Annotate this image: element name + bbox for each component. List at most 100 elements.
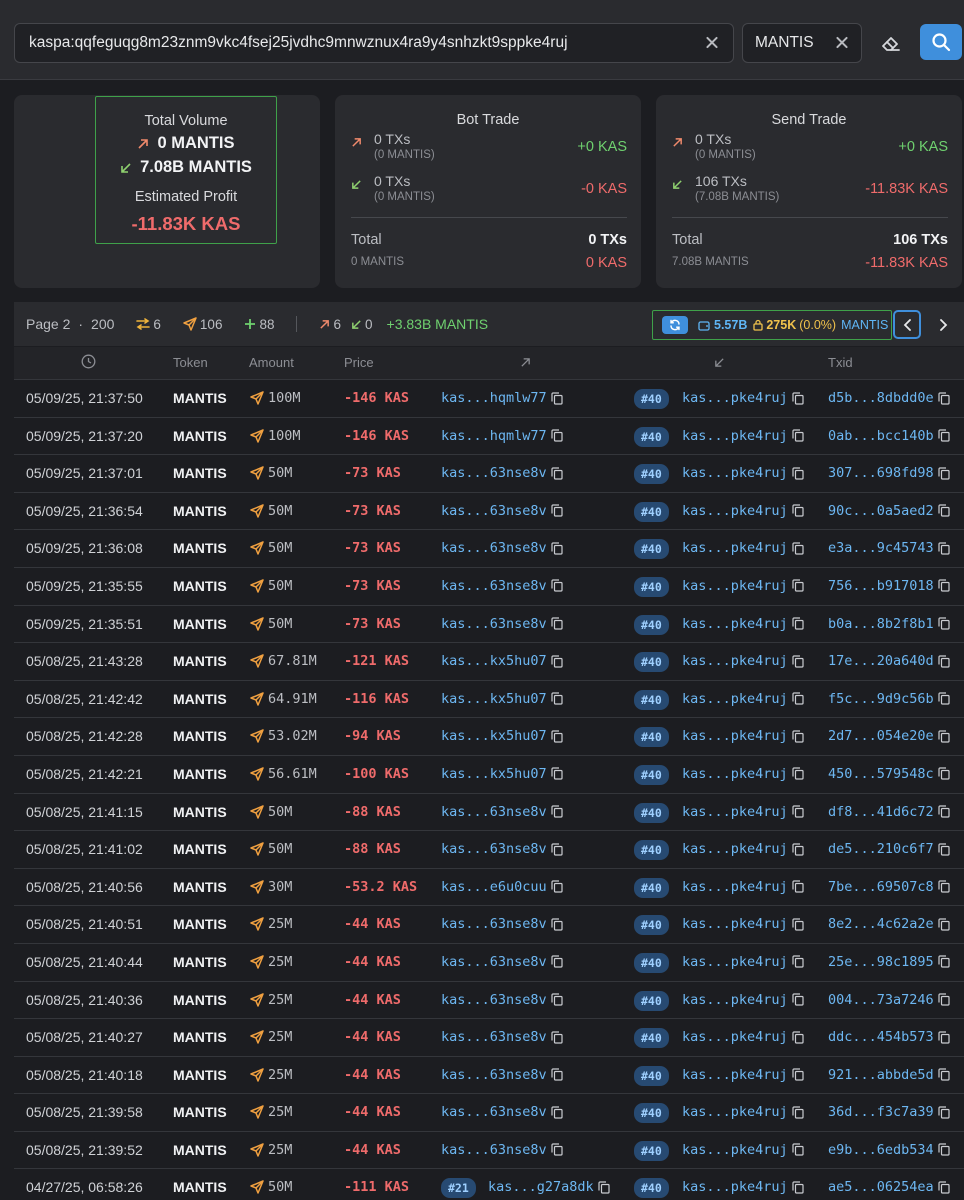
txid[interactable]: 756...b917018: [828, 578, 934, 594]
from-address[interactable]: kas...e6u0cuu: [441, 879, 547, 895]
to-address[interactable]: kas...pke4ruj: [682, 390, 788, 406]
from-address-link[interactable]: kas...kx5hu07: [441, 766, 563, 782]
to-address[interactable]: kas...pke4ruj: [682, 1142, 788, 1158]
txid-link[interactable]: ddc...454b573: [828, 1029, 950, 1045]
copy-icon[interactable]: [938, 429, 950, 442]
copy-icon[interactable]: [551, 617, 563, 630]
from-address[interactable]: kas...kx5hu07: [441, 728, 547, 744]
copy-icon[interactable]: [938, 692, 950, 705]
to-address-link[interactable]: kas...pke4ruj: [682, 916, 804, 932]
from-address[interactable]: kas...kx5hu07: [441, 691, 547, 707]
txid-link[interactable]: 307...698fd98: [828, 465, 950, 481]
from-address[interactable]: kas...63nse8v: [441, 616, 547, 632]
eraser-icon[interactable]: [879, 31, 903, 55]
to-address-link[interactable]: kas...pke4ruj: [682, 766, 804, 782]
from-address[interactable]: kas...63nse8v: [441, 578, 547, 594]
from-address-link[interactable]: kas...g27a8dk: [488, 1179, 610, 1195]
to-address[interactable]: kas...pke4ruj: [682, 879, 788, 895]
from-address-link[interactable]: kas...kx5hu07: [441, 728, 563, 744]
from-address[interactable]: kas...63nse8v: [441, 1142, 547, 1158]
txid[interactable]: 36d...f3c7a39: [828, 1104, 934, 1120]
from-address-link[interactable]: kas...63nse8v: [441, 916, 563, 932]
search-button[interactable]: [920, 24, 962, 60]
copy-icon[interactable]: [938, 504, 950, 517]
txid[interactable]: 90c...0a5aed2: [828, 503, 934, 519]
to-address-link[interactable]: kas...pke4ruj: [682, 1029, 804, 1045]
to-address[interactable]: kas...pke4ruj: [682, 616, 788, 632]
copy-icon[interactable]: [551, 730, 563, 743]
copy-icon[interactable]: [938, 655, 950, 668]
copy-icon[interactable]: [551, 805, 563, 818]
to-address-link[interactable]: kas...pke4ruj: [682, 428, 804, 444]
copy-icon[interactable]: [938, 805, 950, 818]
txid-link[interactable]: 0ab...bcc140b: [828, 428, 950, 444]
txid-link[interactable]: 2d7...054e20e: [828, 728, 950, 744]
txid-link[interactable]: f5c...9d9c56b: [828, 691, 950, 707]
copy-icon[interactable]: [792, 1181, 804, 1194]
copy-icon[interactable]: [792, 467, 804, 480]
clear-token-icon[interactable]: [835, 36, 849, 50]
copy-icon[interactable]: [551, 504, 563, 517]
from-address-link[interactable]: kas...kx5hu07: [441, 653, 563, 669]
txid-link[interactable]: 7be...69507c8: [828, 879, 950, 895]
copy-icon[interactable]: [938, 391, 950, 405]
txid-link[interactable]: e9b...6edb534: [828, 1142, 950, 1158]
txid[interactable]: 921...abbde5d: [828, 1067, 934, 1083]
copy-icon[interactable]: [551, 467, 563, 480]
from-address-link[interactable]: kas...63nse8v: [441, 1142, 563, 1158]
copy-icon[interactable]: [792, 617, 804, 630]
txid[interactable]: ae5...06254ea: [828, 1179, 934, 1195]
copy-icon[interactable]: [792, 1106, 804, 1119]
txid[interactable]: 2d7...054e20e: [828, 728, 934, 744]
txid[interactable]: de5...210c6f7: [828, 841, 934, 857]
copy-icon[interactable]: [551, 579, 563, 593]
from-address[interactable]: kas...63nse8v: [441, 916, 547, 932]
copy-icon[interactable]: [551, 955, 563, 969]
from-address-link[interactable]: kas...63nse8v: [441, 841, 563, 857]
txid-link[interactable]: 8e2...4c62a2e: [828, 916, 950, 932]
txid-link[interactable]: df8...41d6c72: [828, 804, 950, 820]
from-address-link[interactable]: kas...63nse8v: [441, 1067, 563, 1083]
to-address-link[interactable]: kas...pke4ruj: [682, 1179, 804, 1195]
to-address-link[interactable]: kas...pke4ruj: [682, 503, 804, 519]
from-address-link[interactable]: kas...63nse8v: [441, 616, 563, 632]
to-address-link[interactable]: kas...pke4ruj: [682, 728, 804, 744]
txid-link[interactable]: e3a...9c45743: [828, 540, 950, 556]
from-address-link[interactable]: kas...63nse8v: [441, 954, 563, 970]
copy-icon[interactable]: [938, 955, 950, 969]
to-address-link[interactable]: kas...pke4ruj: [682, 578, 804, 594]
copy-icon[interactable]: [598, 1181, 610, 1194]
txid[interactable]: 450...579548c: [828, 766, 934, 782]
to-address-link[interactable]: kas...pke4ruj: [682, 540, 804, 556]
to-address[interactable]: kas...pke4ruj: [682, 428, 788, 444]
to-address-link[interactable]: kas...pke4ruj: [682, 691, 804, 707]
to-address[interactable]: kas...pke4ruj: [682, 1029, 788, 1045]
copy-icon[interactable]: [938, 767, 950, 781]
txid[interactable]: 17e...20a640d: [828, 653, 934, 669]
to-address-link[interactable]: kas...pke4ruj: [682, 616, 804, 632]
txid[interactable]: 004...73a7246: [828, 992, 934, 1008]
copy-icon[interactable]: [938, 579, 950, 593]
from-address-link[interactable]: kas...63nse8v: [441, 540, 563, 556]
to-address-link[interactable]: kas...pke4ruj: [682, 1067, 804, 1083]
txid[interactable]: df8...41d6c72: [828, 804, 934, 820]
to-address[interactable]: kas...pke4ruj: [682, 1179, 788, 1195]
txid[interactable]: ddc...454b573: [828, 1029, 934, 1045]
from-address[interactable]: kas...63nse8v: [441, 503, 547, 519]
txid-link[interactable]: b0a...8b2f8b1: [828, 616, 950, 632]
to-address[interactable]: kas...pke4ruj: [682, 841, 788, 857]
to-address[interactable]: kas...pke4ruj: [682, 1067, 788, 1083]
from-address[interactable]: kas...63nse8v: [441, 841, 547, 857]
txid[interactable]: 8e2...4c62a2e: [828, 916, 934, 932]
txid-link[interactable]: de5...210c6f7: [828, 841, 950, 857]
from-address-link[interactable]: kas...63nse8v: [441, 992, 563, 1008]
txid-link[interactable]: ae5...06254ea: [828, 1179, 950, 1195]
copy-icon[interactable]: [792, 1143, 804, 1156]
from-address[interactable]: kas...63nse8v: [441, 1104, 547, 1120]
copy-icon[interactable]: [792, 542, 804, 555]
copy-icon[interactable]: [792, 1068, 804, 1081]
copy-icon[interactable]: [938, 1181, 950, 1194]
txid-link[interactable]: d5b...8dbdd0e: [828, 390, 950, 406]
from-address[interactable]: kas...63nse8v: [441, 992, 547, 1008]
copy-icon[interactable]: [551, 880, 563, 893]
